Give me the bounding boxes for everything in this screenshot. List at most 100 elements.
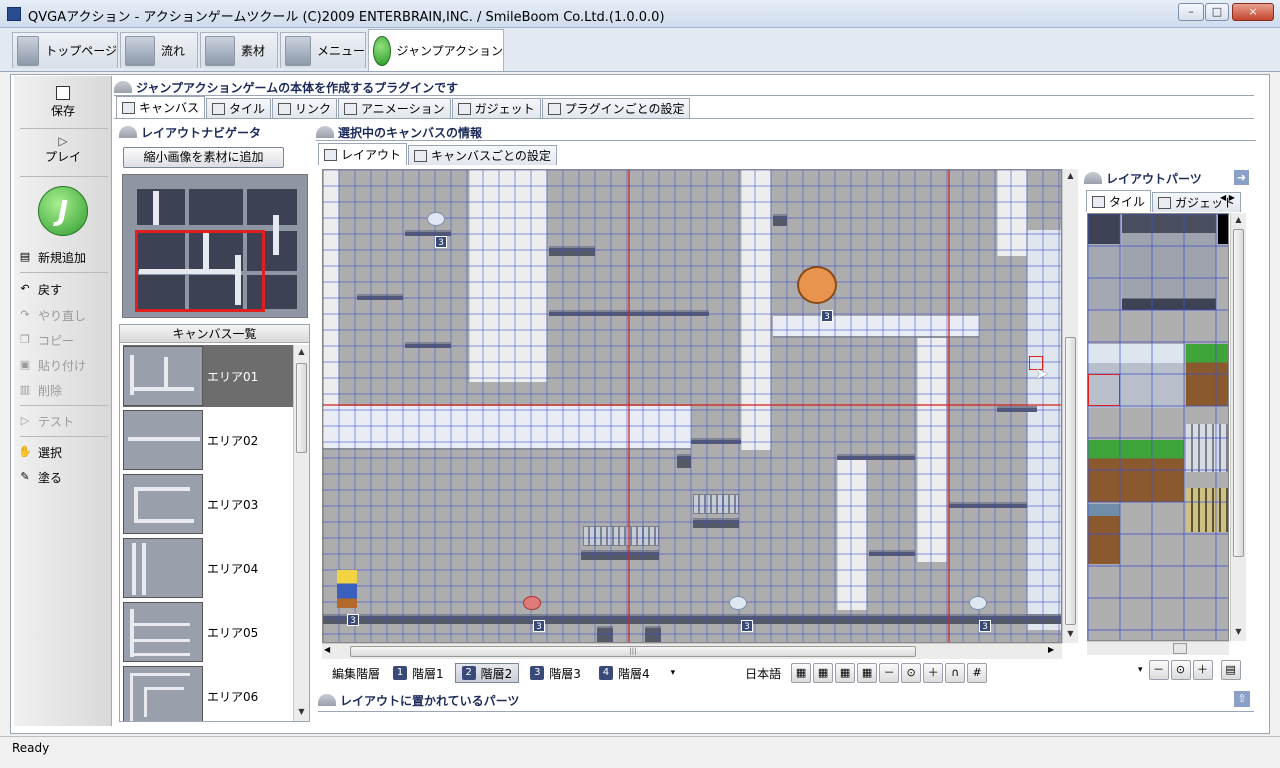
paste-button[interactable]: ▣ 貼り付け: [18, 355, 110, 375]
undo-button[interactable]: ↶ 戻す: [18, 279, 110, 299]
tab-jump-action[interactable]: ジャンプアクション: [368, 29, 504, 71]
scroll-down-arrow[interactable]: ▼: [1231, 625, 1246, 639]
title-bar: QVGAアクション - アクションゲームツクール (C)2009 ENTERBR…: [0, 0, 1280, 28]
canvas-list-scrollbar[interactable]: ▲ ▼: [293, 345, 309, 721]
tab-layout[interactable]: レイアウト: [318, 143, 408, 165]
zoom-dropdown-arrow[interactable]: ▾: [1138, 665, 1143, 675]
canvas-icon: [122, 101, 135, 114]
zoom-in-icon[interactable]: ＋: [1192, 660, 1213, 680]
expand-arrow-icon[interactable]: ➜: [1234, 170, 1249, 185]
scroll-thumb[interactable]: [296, 363, 307, 453]
tab-canvas[interactable]: キャンバス: [116, 96, 206, 118]
tab-canvas-settings[interactable]: キャンバスごとの設定: [408, 145, 557, 165]
layer-1-button[interactable]: 1 階層1: [386, 663, 451, 683]
copy-button[interactable]: ❐ コピー: [18, 330, 110, 350]
zoom-reset-icon[interactable]: ⊙: [901, 663, 922, 683]
canvas-item[interactable]: エリア04: [123, 537, 295, 599]
layer-view-icon[interactable]: ▦: [813, 663, 834, 683]
settings-icon: [547, 102, 561, 115]
scroll-thumb[interactable]: [1233, 229, 1244, 557]
palette-icon[interactable]: ▤: [1220, 660, 1241, 680]
scroll-up-arrow[interactable]: ▲: [1231, 213, 1246, 227]
menu-icon: [285, 35, 311, 66]
player-character[interactable]: [337, 570, 357, 608]
add-thumbnail-button[interactable]: 縮小画像を素材に追加: [123, 147, 284, 168]
canvas-item[interactable]: エリア05: [123, 601, 295, 663]
close-button[interactable]: ×: [1232, 3, 1274, 21]
navigator-viewport-rect[interactable]: [135, 230, 265, 312]
save-button[interactable]: 保存: [14, 86, 112, 119]
scroll-right-arrow[interactable]: ▶: [1048, 645, 1054, 654]
play-button[interactable]: ▷ プレイ: [14, 134, 112, 165]
layer-dropdown-arrow[interactable]: ▾: [671, 668, 676, 678]
layout-vscrollbar[interactable]: ▲ ▼: [1062, 169, 1078, 643]
layer-2-button[interactable]: 2 階層2: [454, 663, 520, 683]
tab-tile[interactable]: タイル: [206, 98, 272, 118]
scroll-thumb[interactable]: [1173, 643, 1187, 654]
canvas-thumbnail: [123, 602, 203, 662]
magnet-icon[interactable]: ∩: [945, 663, 966, 683]
collapse-arrow-icon[interactable]: ⇧: [1234, 691, 1250, 707]
film-icon: [344, 102, 358, 115]
layout-hscrollbar[interactable]: ◀ ||| ▶: [322, 643, 1062, 659]
canvas-item[interactable]: エリア01: [123, 345, 295, 407]
canvas-item[interactable]: エリア03: [123, 473, 295, 535]
select-tool-button[interactable]: ✋ 選択: [18, 442, 110, 462]
layer-view-icon[interactable]: ▦: [791, 663, 812, 683]
layer-marker: 3: [741, 620, 753, 632]
tab-link[interactable]: リンク: [272, 98, 338, 118]
scroll-down-arrow[interactable]: ▼: [294, 705, 309, 719]
scroll-up-arrow[interactable]: ▲: [1063, 169, 1078, 183]
save-icon: [56, 86, 70, 100]
tile-palette[interactable]: [1087, 213, 1229, 641]
canvas-item[interactable]: エリア02: [123, 409, 295, 471]
zoom-reset-icon[interactable]: ⊙: [1170, 660, 1191, 680]
tile-icon: [212, 102, 226, 115]
zoom-in-icon[interactable]: ＋: [923, 663, 944, 683]
scroll-up-arrow[interactable]: ▲: [294, 345, 309, 359]
maximize-button[interactable]: □: [1205, 3, 1229, 21]
tab-menu[interactable]: メニュー: [280, 32, 366, 68]
test-button[interactable]: ▷ テスト: [18, 411, 110, 431]
layer-view-icon[interactable]: ▦: [857, 663, 878, 683]
layer-3-button[interactable]: 3 階層3: [523, 663, 588, 683]
grid-toggle-icon[interactable]: #: [967, 663, 988, 683]
scroll-thumb[interactable]: [1065, 337, 1076, 625]
gear-icon: [1158, 196, 1172, 209]
copy-icon: ❐: [20, 333, 30, 346]
tab-animation[interactable]: アニメーション: [338, 98, 451, 118]
layer-view-icon[interactable]: ▦: [835, 663, 856, 683]
canvas-item[interactable]: エリア06: [123, 665, 295, 721]
tab-gadget[interactable]: ガジェット: [451, 98, 541, 118]
tab-parts-tile[interactable]: タイル: [1086, 190, 1152, 212]
redo-button[interactable]: ↷ やり直し: [18, 305, 110, 325]
delete-button[interactable]: ▥ 削除: [18, 380, 110, 400]
tab-scroll-left-arrow[interactable]: ◀ ▶: [1220, 193, 1235, 202]
tab-flow[interactable]: 流れ: [120, 32, 198, 68]
zoom-out-icon[interactable]: －: [1148, 660, 1169, 680]
layout-canvas[interactable]: 3 3 3 3 3 3 ➤: [322, 169, 1062, 643]
paint-tool-button[interactable]: ✎ 塗る: [18, 467, 110, 487]
minimize-button[interactable]: –: [1178, 3, 1204, 21]
ghost-enemy[interactable]: [729, 596, 747, 610]
parts-hscrollbar[interactable]: [1087, 641, 1229, 655]
scroll-left-arrow[interactable]: ◀: [324, 645, 330, 654]
edit-layer-label: 編集階層: [332, 666, 381, 681]
layer-marker: 3: [979, 620, 991, 632]
layer-toolbar: 編集階層 1 階層1 2 階層2 3 階層3 4 階層4 ▾ 日本語 ▦ ▦ ▦ ▦ －…: [322, 661, 1078, 685]
tab-plugin-settings[interactable]: プラグインごとの設定: [541, 98, 691, 118]
scroll-thumb[interactable]: |||: [350, 646, 916, 657]
red-slime-enemy[interactable]: [523, 596, 541, 610]
parts-zoom-toolbar: ▾ － ⊙ ＋ ▤: [1138, 658, 1250, 682]
tab-top-page[interactable]: トップページ: [12, 32, 118, 68]
scroll-down-arrow[interactable]: ▼: [1063, 627, 1078, 641]
zoom-out-icon[interactable]: －: [879, 663, 900, 683]
ghost-enemy[interactable]: [969, 596, 987, 610]
status-text: Ready: [12, 741, 50, 755]
new-button[interactable]: ▤ 新規追加: [18, 247, 110, 267]
layer-4-button[interactable]: 4 階層4: [592, 663, 657, 683]
boss-enemy[interactable]: [797, 266, 837, 304]
tab-material[interactable]: 素材: [200, 32, 278, 68]
ghost-enemy[interactable]: [427, 212, 445, 226]
parts-vscrollbar[interactable]: ▲ ▼: [1230, 213, 1246, 641]
